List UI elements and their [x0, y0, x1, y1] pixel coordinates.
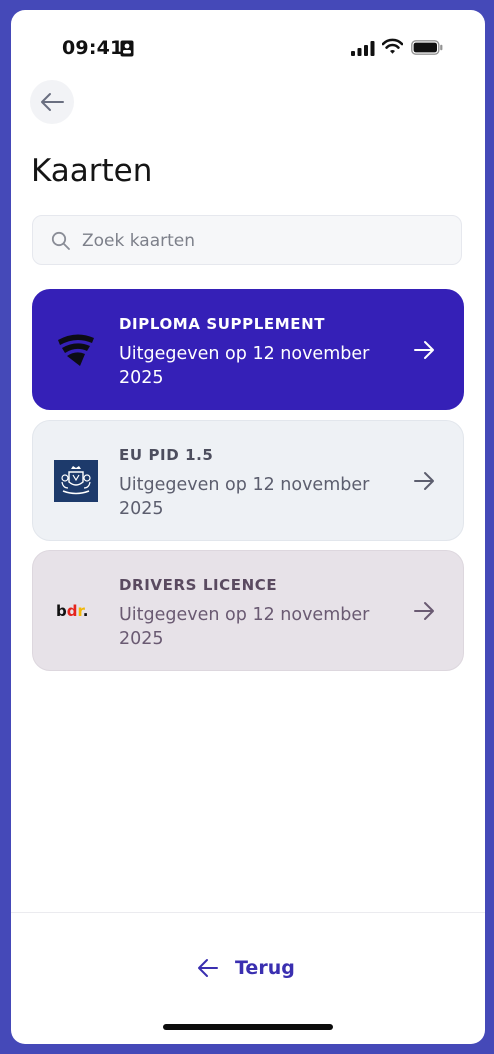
back-button[interactable]	[30, 80, 74, 124]
footer-divider	[11, 912, 485, 913]
card-diploma-supplement[interactable]: DIPLOMA SUPPLEMENT Uitgegeven op 12 nove…	[32, 289, 464, 410]
battery-icon	[411, 40, 443, 55]
cellular-signal-icon	[351, 41, 375, 56]
phone-screen: 09:41 Kaarten Zoek kaarten DIPLOMA SUPPL…	[11, 10, 485, 1044]
arrow-right-icon	[414, 472, 434, 490]
page-title: Kaarten	[31, 153, 153, 189]
wifi-icon	[382, 38, 403, 54]
arrow-right-icon	[414, 341, 434, 359]
card-issued-date: Uitgegeven op 12 november 2025	[119, 605, 370, 649]
bdr-letter-b: b	[56, 602, 67, 620]
bdr-logo-icon: bdr.	[53, 589, 99, 633]
arrow-right-icon	[414, 602, 434, 620]
card-title: DRIVERS LICENCE	[119, 576, 278, 594]
back-link[interactable]: Terug	[197, 953, 295, 983]
search-input[interactable]	[80, 216, 454, 266]
home-indicator[interactable]	[163, 1024, 333, 1030]
card-title: EU PID 1.5	[119, 446, 214, 464]
arrow-left-icon	[198, 959, 218, 977]
back-link-label: Terug	[235, 957, 295, 979]
search-field[interactable]	[32, 215, 462, 266]
card-title: DIPLOMA SUPPLEMENT	[119, 315, 326, 333]
status-time: 09:41	[62, 37, 124, 59]
bdr-letter-d: d	[67, 602, 78, 620]
card-eu-pid[interactable]: EU PID 1.5 Uitgegeven op 12 november 202…	[32, 420, 464, 541]
card-issued-date: Uitgegeven op 12 november 2025	[119, 344, 370, 388]
status-bar: 09:41	[11, 10, 485, 80]
id-card-icon	[120, 40, 134, 57]
wing-logo-icon	[53, 328, 99, 372]
search-icon	[51, 231, 70, 250]
svg-text:bdr.: bdr.	[56, 602, 88, 620]
card-issued-date: Uitgegeven op 12 november 2025	[119, 475, 370, 519]
card-drivers-licence[interactable]: bdr. DRIVERS LICENCE Uitgegeven op 12 no…	[32, 550, 464, 671]
arrow-left-icon	[41, 93, 64, 111]
coat-of-arms-icon	[53, 459, 99, 503]
